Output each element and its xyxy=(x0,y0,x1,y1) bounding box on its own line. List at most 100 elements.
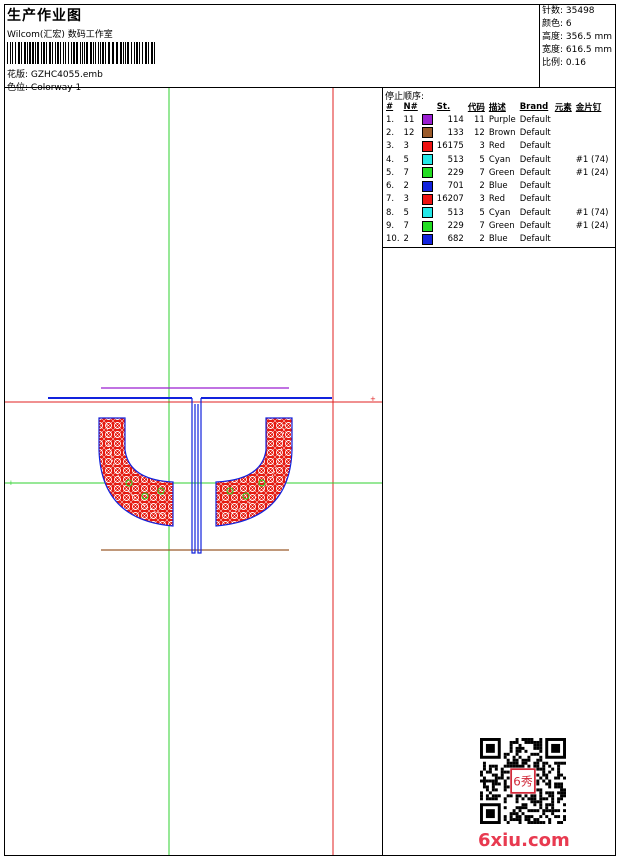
col-element: 元素 xyxy=(554,102,572,113)
qr-module xyxy=(551,767,555,771)
qr-module xyxy=(524,806,528,810)
row-sequin xyxy=(574,126,611,139)
row-num: 2. xyxy=(386,127,395,138)
color-swatch xyxy=(421,233,433,245)
qr-module xyxy=(509,749,513,753)
barcode-bar xyxy=(21,42,22,64)
qr-module xyxy=(518,794,522,798)
qr-module xyxy=(560,785,564,789)
color-swatch xyxy=(421,207,433,219)
row-sequin: #1 (24) xyxy=(575,167,609,178)
qr-module xyxy=(557,821,561,824)
color-swatch xyxy=(421,127,433,139)
qr-module xyxy=(536,767,540,771)
row-brand: Default xyxy=(519,127,551,138)
row-element xyxy=(553,126,574,139)
qr-module xyxy=(518,809,522,813)
qr-module xyxy=(497,782,501,786)
barcode-bar xyxy=(123,42,124,64)
row-stitches: 229 xyxy=(447,221,464,232)
barcode-bar xyxy=(37,42,39,64)
row-stitches: 513 xyxy=(447,154,464,165)
qr-module xyxy=(545,791,549,795)
qr-module xyxy=(533,752,537,756)
row-brand: Default xyxy=(519,154,551,165)
row-swatch xyxy=(420,126,435,139)
embroidery-preview: + + xyxy=(5,88,382,855)
qr-module xyxy=(557,776,561,780)
row-code: 2 xyxy=(479,234,485,245)
qr-module xyxy=(533,797,537,801)
qr-module xyxy=(530,821,534,824)
qr-module xyxy=(542,764,546,768)
qr-module xyxy=(548,779,552,783)
barcode-bar xyxy=(10,42,11,64)
qr-module xyxy=(518,749,522,753)
qr-module xyxy=(521,758,525,762)
qr-module xyxy=(545,782,549,786)
qr-module xyxy=(518,764,522,768)
qr-module xyxy=(500,770,504,774)
blue-stem-right xyxy=(197,398,202,554)
barcode-bar xyxy=(82,42,83,64)
col-stitches: St. xyxy=(436,101,451,112)
qr-module xyxy=(545,773,549,777)
row-brand: Default xyxy=(519,234,551,245)
qr-module xyxy=(554,782,558,786)
qr-module xyxy=(488,797,492,801)
barcode-bar xyxy=(15,42,16,64)
color-swatch xyxy=(421,220,433,232)
qr-module xyxy=(509,812,513,816)
blue-stem xyxy=(191,398,196,554)
qr-module xyxy=(503,800,507,804)
qr-module xyxy=(539,815,543,819)
design-stats: 针数: 35498 颜色: 6 高度: 356.5 mm 宽度: 616.5 m… xyxy=(542,5,614,70)
row-element xyxy=(553,140,574,153)
qr-module xyxy=(494,779,498,783)
qr-module xyxy=(545,806,549,810)
qr-module xyxy=(557,764,561,768)
row-brand: Default xyxy=(519,114,551,125)
row-description: Cyan xyxy=(488,154,511,165)
barcode-bar xyxy=(151,42,153,64)
barcode-bar xyxy=(63,42,64,64)
barcode-bar xyxy=(154,42,155,64)
row-stitches: 114 xyxy=(447,114,464,125)
barcode-bar xyxy=(116,42,118,64)
qr-module xyxy=(488,767,492,771)
qr-module xyxy=(548,803,552,807)
qr-module xyxy=(539,797,543,801)
qr-module xyxy=(542,767,546,771)
qr-module xyxy=(524,794,528,798)
row-sequin: #1 (24) xyxy=(575,221,609,232)
qr-module xyxy=(545,797,549,801)
qr-module xyxy=(539,800,543,804)
qr-module xyxy=(536,773,540,777)
header: 生产作业图 Wilcom(汇宏) 数码工作室 花版: GZHC4055.emb … xyxy=(5,5,539,93)
qr-module xyxy=(509,746,513,750)
qr-module xyxy=(527,738,531,741)
qr-module xyxy=(512,761,516,765)
qr-module xyxy=(533,809,537,813)
row-sequin xyxy=(574,113,611,126)
qr-module xyxy=(482,785,486,789)
row-swatch xyxy=(420,233,435,246)
qr-module xyxy=(518,818,522,822)
row-element xyxy=(553,113,574,126)
guide-marker-left: + xyxy=(8,479,14,487)
row-element xyxy=(553,206,574,219)
row-needle: 5 xyxy=(403,154,409,165)
row-needle: 5 xyxy=(403,207,409,218)
qr-module xyxy=(515,740,519,744)
row-num: 6. xyxy=(386,181,395,192)
row-sequin: #1 (74) xyxy=(575,207,609,218)
row-element xyxy=(553,193,574,206)
qr-module xyxy=(527,815,531,819)
qr-module xyxy=(515,818,519,822)
qr-module xyxy=(491,788,495,792)
row-needle: 2 xyxy=(403,181,409,192)
qr-module xyxy=(524,803,528,807)
qr-module xyxy=(482,761,486,765)
barcode-bar xyxy=(60,42,61,64)
qr-module xyxy=(524,740,528,744)
